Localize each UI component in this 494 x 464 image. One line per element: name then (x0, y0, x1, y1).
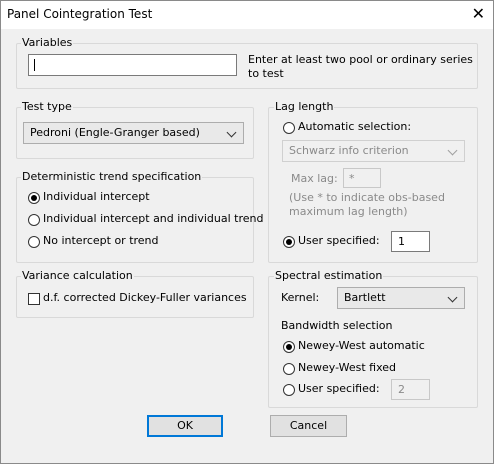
automatic-selection-label: Automatic selection: (298, 120, 412, 133)
newey-west-automatic-label: Newey-West automatic (298, 339, 425, 352)
chevron-down-icon (226, 127, 237, 138)
label-individual-intercept: Individual intercept (43, 190, 150, 203)
chevron-down-icon (447, 292, 458, 303)
kernel-label: Kernel: (281, 291, 320, 304)
bandwidth-user-value: 2 (398, 383, 405, 396)
radio-intercept-and-trend[interactable] (28, 214, 40, 226)
test-type-select[interactable]: Pedroni (Engle-Granger based) (23, 122, 244, 144)
bandwidth-label: Bandwidth selection (281, 319, 393, 332)
label-intercept-and-trend: Individual intercept and individual tren… (43, 212, 264, 225)
variance-label: Variance calculation (21, 269, 134, 282)
criterion-select[interactable]: Schwarz info criterion (282, 140, 465, 162)
newey-west-fixed-label: Newey-West fixed (298, 361, 396, 374)
max-lag-value: * (349, 172, 355, 185)
radio-lag-user-specified[interactable] (283, 236, 295, 248)
radio-individual-intercept[interactable] (28, 192, 40, 204)
test-type-label: Test type (21, 100, 73, 113)
radio-no-intercept[interactable] (28, 236, 40, 248)
criterion-value: Schwarz info criterion (289, 144, 409, 157)
variables-hint-2: to test (248, 67, 284, 80)
lag-user-specified-label: User specified: (298, 234, 380, 247)
lag-length-label: Lag length (274, 100, 335, 113)
radio-newey-west-fixed[interactable] (283, 363, 295, 375)
variables-group-label: Variables (21, 36, 74, 49)
lag-user-value: 1 (398, 235, 405, 248)
max-lag-note-1: (Use * to indicate obs-based (289, 191, 445, 204)
text-cursor (34, 59, 35, 71)
ok-button[interactable]: OK (147, 415, 223, 437)
deterministic-label: Deterministic trend specification (21, 170, 203, 183)
dialog-window: Panel Cointegration Test ✕ Variables Ent… (0, 0, 494, 464)
kernel-value: Bartlett (344, 291, 386, 304)
max-lag-label: Max lag: (291, 172, 338, 185)
window-title: Panel Cointegration Test (7, 7, 153, 21)
label-no-intercept: No intercept or trend (43, 234, 159, 247)
max-lag-note-2: maximum lag length) (289, 205, 408, 218)
df-corrected-checkbox[interactable] (28, 293, 40, 305)
test-type-value: Pedroni (Engle-Granger based) (30, 126, 200, 139)
variables-input[interactable] (28, 54, 237, 76)
cancel-button[interactable]: Cancel (270, 415, 347, 437)
df-corrected-label: d.f. corrected Dickey-Fuller variances (43, 291, 247, 304)
spectral-label: Spectral estimation (274, 269, 384, 282)
radio-automatic-selection[interactable] (283, 122, 295, 134)
bandwidth-user-specified-label: User specified: (298, 382, 380, 395)
close-icon[interactable]: ✕ (472, 4, 485, 24)
chevron-down-icon (447, 145, 458, 156)
title-bar: Panel Cointegration Test ✕ (1, 1, 493, 29)
radio-bandwidth-user-specified[interactable] (283, 384, 295, 396)
radio-newey-west-automatic[interactable] (283, 341, 295, 353)
max-lag-input[interactable]: * (343, 168, 381, 188)
kernel-select[interactable]: Bartlett (337, 287, 465, 309)
lag-user-input[interactable]: 1 (391, 231, 430, 252)
bandwidth-user-input[interactable]: 2 (391, 379, 430, 400)
variables-hint-1: Enter at least two pool or ordinary seri… (248, 53, 473, 66)
